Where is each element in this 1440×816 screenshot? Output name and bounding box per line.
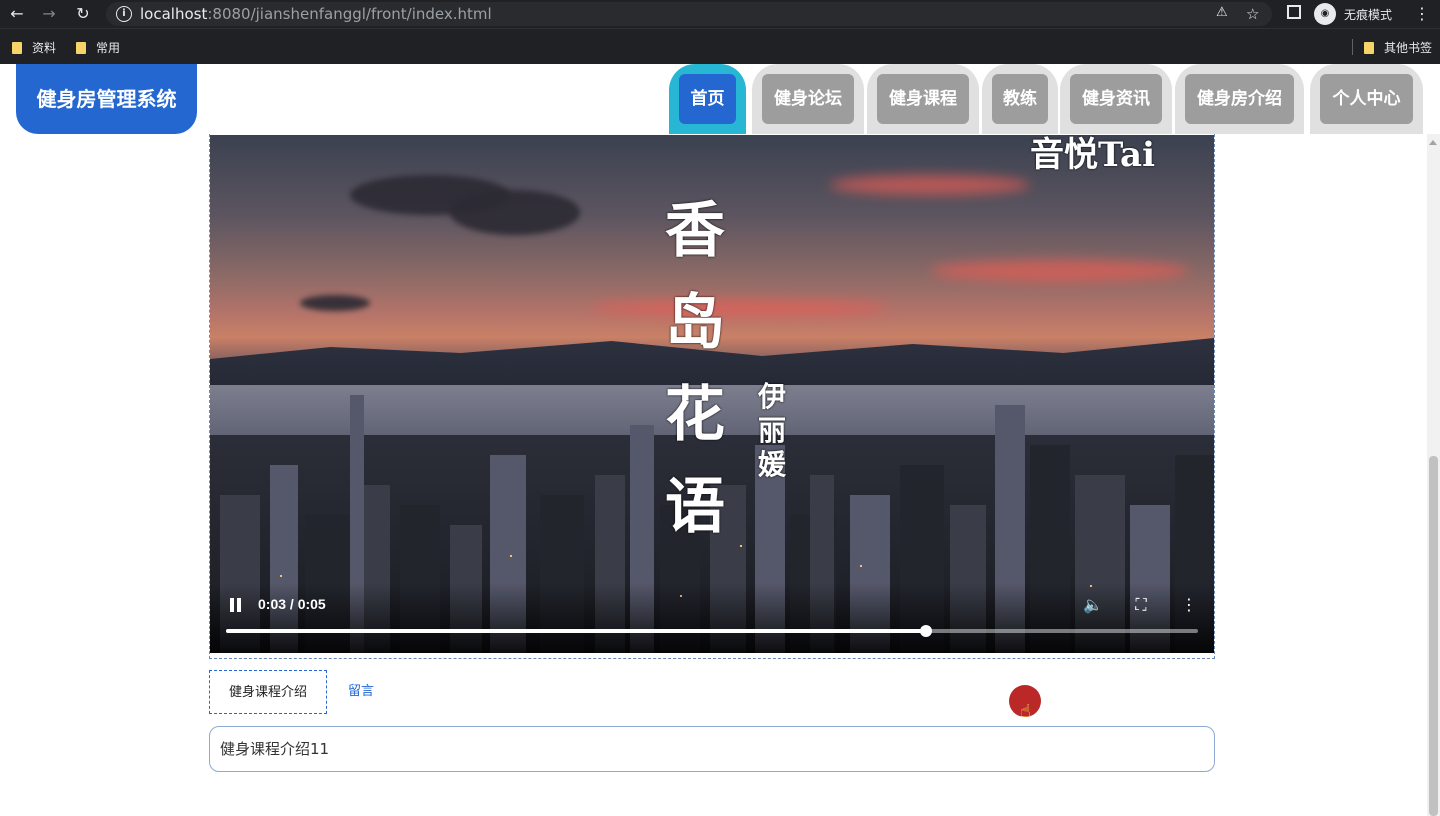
incognito-icon: ◉: [1314, 3, 1336, 25]
video-cloud: [300, 295, 370, 311]
bookmarks-divider: [1352, 39, 1353, 55]
nav-coaches[interactable]: 教练: [982, 64, 1058, 134]
video-time: 0:03 / 0:05: [258, 596, 326, 612]
url-text[interactable]: localhost:8080/jianshenfanggl/front/inde…: [140, 5, 492, 23]
pointer-hand-icon: ☝: [1020, 701, 1031, 722]
course-video[interactable]: 香岛花语 伊丽媛 音悦Tai 0:03 / 0:05 🔈 ⛶ ⋮: [210, 135, 1214, 653]
video-overlay-artist: 伊丽媛: [758, 380, 787, 481]
scroll-thumb[interactable]: [1429, 456, 1438, 816]
side-panel-icon[interactable]: [1287, 5, 1301, 19]
nav-label: 首页: [679, 74, 736, 124]
bookmark-folder[interactable]: 资料: [12, 39, 56, 56]
bookmark-folder[interactable]: 常用: [76, 39, 120, 56]
nav-label: 健身资讯: [1070, 74, 1162, 124]
nav-forum[interactable]: 健身论坛: [752, 64, 864, 134]
nav-label: 健身课程: [877, 74, 969, 124]
nav-label: 健身房介绍: [1185, 74, 1294, 124]
menu-icon[interactable]: ⋮: [1414, 4, 1430, 23]
tab-comments[interactable]: 留言: [336, 670, 386, 714]
browser-toolbar: ← → ↻ i localhost:8080/jianshenfanggl/fr…: [0, 0, 1440, 28]
video-progress[interactable]: [226, 625, 1198, 637]
nav-home[interactable]: 首页: [669, 64, 746, 134]
nav-label: 健身论坛: [762, 74, 854, 124]
video-controls-shade: [210, 583, 1214, 653]
nav-courses[interactable]: 健身课程: [867, 64, 979, 134]
nav-gym-intro[interactable]: 健身房介绍: [1175, 64, 1304, 134]
forward-icon[interactable]: →: [38, 4, 60, 24]
scroll-up-icon[interactable]: [1429, 140, 1437, 145]
reload-icon[interactable]: ↻: [72, 4, 94, 24]
incognito-profile[interactable]: ◉ 无痕模式: [1314, 3, 1404, 25]
folder-icon: [76, 42, 86, 54]
scrollbar[interactable]: [1427, 134, 1440, 816]
tab-course-intro[interactable]: 健身课程介绍: [209, 670, 327, 714]
nav-label: 教练: [992, 74, 1048, 124]
back-icon[interactable]: ←: [6, 4, 28, 24]
course-description: 健身课程介绍11: [209, 726, 1215, 772]
video-glow: [930, 260, 1190, 282]
folder-icon: [12, 42, 22, 54]
more-options-icon[interactable]: ⋮: [1179, 595, 1199, 614]
page: 健身房管理系统 首页 健身论坛 健身课程 教练 健身资讯 健身房介绍 个人中心: [0, 64, 1440, 816]
video-glow: [830, 175, 1030, 195]
site-logo[interactable]: 健身房管理系统: [16, 64, 197, 134]
video-watermark: 音悦Tai: [1030, 135, 1155, 175]
folder-icon: [1364, 42, 1374, 54]
profile-label: 无痕模式: [1344, 8, 1393, 22]
address-bar[interactable]: i localhost:8080/jianshenfanggl/front/in…: [106, 2, 1272, 26]
star-icon[interactable]: ☆: [1246, 5, 1259, 23]
nav-news[interactable]: 健身资讯: [1060, 64, 1172, 134]
volume-icon[interactable]: 🔈: [1083, 595, 1103, 614]
fullscreen-icon[interactable]: ⛶: [1131, 595, 1151, 615]
pause-icon[interactable]: [230, 598, 242, 612]
other-bookmarks[interactable]: 其他书签: [1364, 39, 1432, 56]
nav-profile[interactable]: 个人中心: [1310, 64, 1423, 134]
video-cloud: [450, 190, 580, 235]
progress-knob[interactable]: [919, 625, 932, 637]
progress-fill: [226, 629, 926, 633]
nav-label: 个人中心: [1320, 74, 1413, 124]
video-overlay-title: 香岛花语: [665, 196, 725, 542]
info-icon[interactable]: i: [116, 6, 132, 22]
bookmarks-bar: 资料 常用 其他书签: [0, 28, 1440, 64]
blocked-popup-icon[interactable]: ⚠: [1216, 5, 1228, 20]
